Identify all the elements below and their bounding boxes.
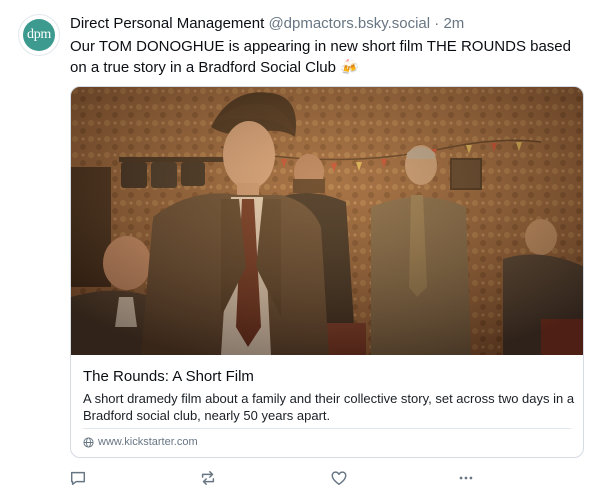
post-header: Direct Personal Management @dpmactors.bs… bbox=[70, 14, 585, 34]
globe-icon bbox=[83, 436, 94, 448]
repost-button[interactable] bbox=[198, 468, 218, 488]
link-card-domain: www.kickstarter.com bbox=[83, 435, 198, 449]
post[interactable]: dpm Direct Personal Management @dpmactor… bbox=[0, 0, 600, 500]
timestamp[interactable]: 2m bbox=[443, 15, 464, 32]
link-card[interactable]: The Rounds: A Short Film A short dramedy… bbox=[70, 86, 584, 458]
separator: · bbox=[434, 15, 440, 32]
link-domain-text: www.kickstarter.com bbox=[98, 436, 198, 448]
avatar-logo: dpm bbox=[23, 19, 55, 51]
avatar[interactable]: dpm bbox=[18, 14, 60, 56]
reply-button[interactable] bbox=[68, 468, 88, 488]
heart-icon bbox=[331, 471, 347, 486]
reply-icon bbox=[70, 471, 86, 486]
link-card-image bbox=[71, 87, 583, 355]
repost-icon bbox=[201, 470, 215, 486]
like-button[interactable] bbox=[329, 468, 349, 488]
link-card-description: A short dramedy film about a family and … bbox=[83, 391, 575, 423]
handle[interactable]: @dpmactors.bsky.social bbox=[268, 15, 430, 32]
link-card-title: The Rounds: A Short Film bbox=[83, 368, 254, 385]
more-icon bbox=[459, 476, 473, 480]
display-name[interactable]: Direct Personal Management bbox=[70, 15, 264, 32]
link-card-divider bbox=[83, 428, 571, 429]
post-text: Our TOM DONOGHUE is appearing in new sho… bbox=[70, 38, 571, 76]
post-actions bbox=[70, 468, 490, 490]
more-options-button[interactable] bbox=[456, 468, 476, 488]
